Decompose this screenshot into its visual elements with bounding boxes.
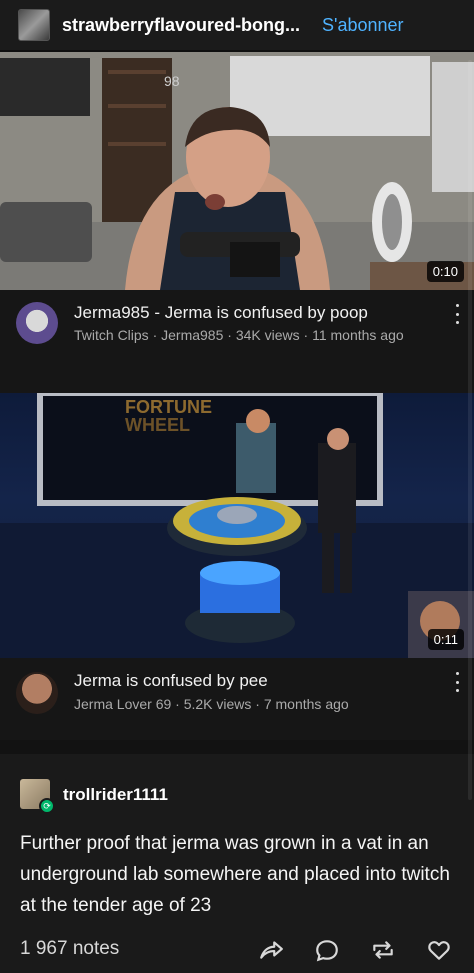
reblog-icon[interactable] bbox=[370, 937, 396, 963]
post-actions bbox=[258, 937, 452, 963]
video-meta: Twitch Clips · Jerma985 · 34K views · 11… bbox=[74, 327, 404, 343]
thumbnail-text-wheel: WHEEL bbox=[125, 415, 190, 435]
reblog-section: ⟳ trollrider1111 Further proof that jerm… bbox=[0, 740, 474, 973]
video-info-1[interactable]: Jerma985 - Jerma is confused by poop Twi… bbox=[0, 290, 474, 393]
blog-name[interactable]: strawberryflavoured-bong... bbox=[62, 15, 300, 36]
thumbnail-text-fortune: FORTUNE bbox=[125, 397, 212, 417]
video-thumbnail-1[interactable]: 98 0:10 bbox=[0, 52, 474, 290]
more-vertical-icon[interactable] bbox=[454, 672, 460, 692]
channel-avatar[interactable] bbox=[16, 672, 58, 714]
video-title[interactable]: Jerma is confused by pee bbox=[74, 670, 268, 692]
reblogger-username[interactable]: trollrider1111 bbox=[63, 785, 168, 805]
notes-count[interactable]: 1 967 notes bbox=[20, 938, 119, 960]
follow-button[interactable]: S'abonner bbox=[322, 15, 404, 36]
share-icon[interactable] bbox=[258, 937, 284, 963]
video-thumbnail-2[interactable]: FORTUNE WHEEL 0:11 bbox=[0, 393, 474, 658]
video-meta: Jerma Lover 69 · 5.2K views · 7 months a… bbox=[74, 696, 349, 712]
reblog-badge-icon: ⟳ bbox=[39, 798, 55, 814]
video-title[interactable]: Jerma985 - Jerma is confused by poop bbox=[74, 302, 368, 324]
blog-avatar[interactable] bbox=[18, 9, 50, 41]
scrollbar[interactable] bbox=[468, 60, 472, 800]
video-2-scene: FORTUNE WHEEL bbox=[0, 393, 474, 658]
post-body: Further proof that jerma was grown in a … bbox=[20, 833, 450, 916]
video-1-scene: 98 bbox=[0, 52, 474, 290]
thumbnail-text-98: 98 bbox=[164, 73, 180, 89]
video-duration: 0:11 bbox=[427, 629, 464, 650]
heart-icon[interactable] bbox=[426, 937, 452, 963]
video-info-2[interactable]: Jerma is confused by pee Jerma Lover 69 … bbox=[0, 658, 474, 740]
post-header: strawberryflavoured-bong... S'abonner bbox=[0, 0, 474, 50]
divider bbox=[0, 740, 474, 754]
reply-icon[interactable] bbox=[314, 937, 340, 963]
channel-avatar[interactable] bbox=[16, 302, 58, 344]
video-duration: 0:10 bbox=[426, 261, 464, 282]
more-vertical-icon[interactable] bbox=[454, 304, 460, 324]
